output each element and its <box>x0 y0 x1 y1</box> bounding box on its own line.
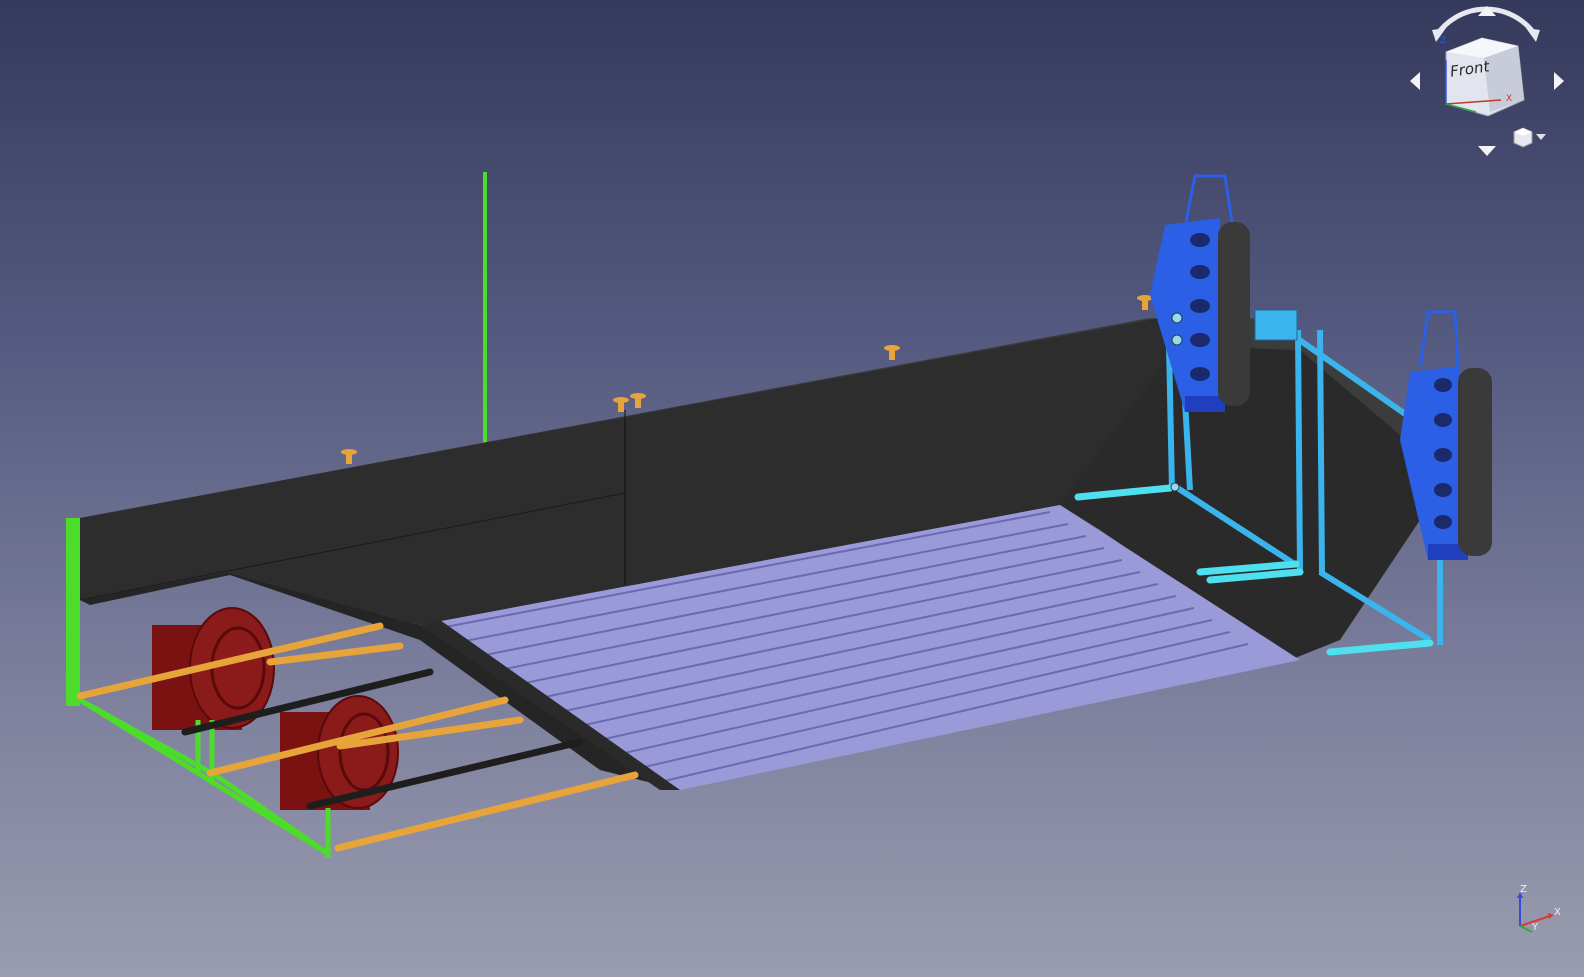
rotate-arrow-right-icon[interactable] <box>1554 72 1564 90</box>
model-scene[interactable] <box>0 0 1584 977</box>
view-menu-caret-icon[interactable] <box>1536 134 1546 140</box>
green-mast[interactable] <box>483 172 487 447</box>
roller-left[interactable] <box>1218 222 1250 406</box>
view-menu-cube-icon[interactable] <box>1512 126 1534 148</box>
green-end-plate[interactable] <box>66 518 80 706</box>
rotate-arrow-up-icon[interactable] <box>1478 6 1496 16</box>
cube-axis-z-label: Z <box>1440 36 1447 46</box>
rotate-arrow-down-icon[interactable] <box>1478 146 1496 156</box>
cyan-small-box[interactable] <box>1254 309 1298 341</box>
axis-y-label: Y <box>1532 922 1539 933</box>
navigation-cube[interactable]: Front X Z <box>1406 0 1584 170</box>
axis-indicator: Z X Y <box>1510 882 1570 942</box>
axis-x-label: X <box>1554 907 1561 918</box>
roller-right[interactable] <box>1458 368 1492 556</box>
cube-axis-x-label: X <box>1506 94 1513 104</box>
axis-z-label: Z <box>1520 884 1527 895</box>
rotate-arrow-left-icon[interactable] <box>1410 72 1420 90</box>
3d-viewport[interactable]: Front X Z Z X Y <box>0 0 1584 977</box>
